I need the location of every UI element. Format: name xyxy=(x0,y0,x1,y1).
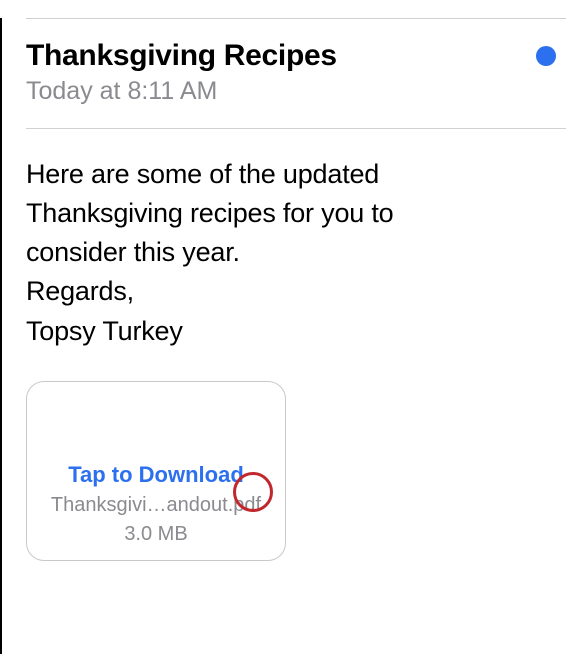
download-action-label: Tap to Download xyxy=(68,462,244,488)
attachment-card[interactable]: Tap to Download Thanksgivi…andout.pdf 3.… xyxy=(26,381,286,561)
body-line: consider this year. xyxy=(26,233,566,272)
body-line: Here are some of the updated xyxy=(26,155,566,194)
email-subject: Thanksgiving Recipes xyxy=(26,39,337,73)
email-body: Here are some of the updated Thanksgivin… xyxy=(26,155,566,351)
divider xyxy=(26,18,566,19)
email-header: Thanksgiving Recipes xyxy=(26,39,566,73)
email-view: Thanksgiving Recipes Today at 8:11 AM He… xyxy=(0,18,586,654)
body-line: Regards, xyxy=(26,272,566,311)
attachment-file-name: Thanksgivi…andout.pdf xyxy=(51,494,261,517)
email-timestamp: Today at 8:11 AM xyxy=(26,77,566,106)
body-line: Topsy Turkey xyxy=(26,312,566,351)
attachment-file-size: 3.0 MB xyxy=(124,523,187,546)
unread-indicator-icon xyxy=(536,46,556,66)
divider xyxy=(26,128,566,129)
body-line: Thanksgiving recipes for you to xyxy=(26,194,566,233)
